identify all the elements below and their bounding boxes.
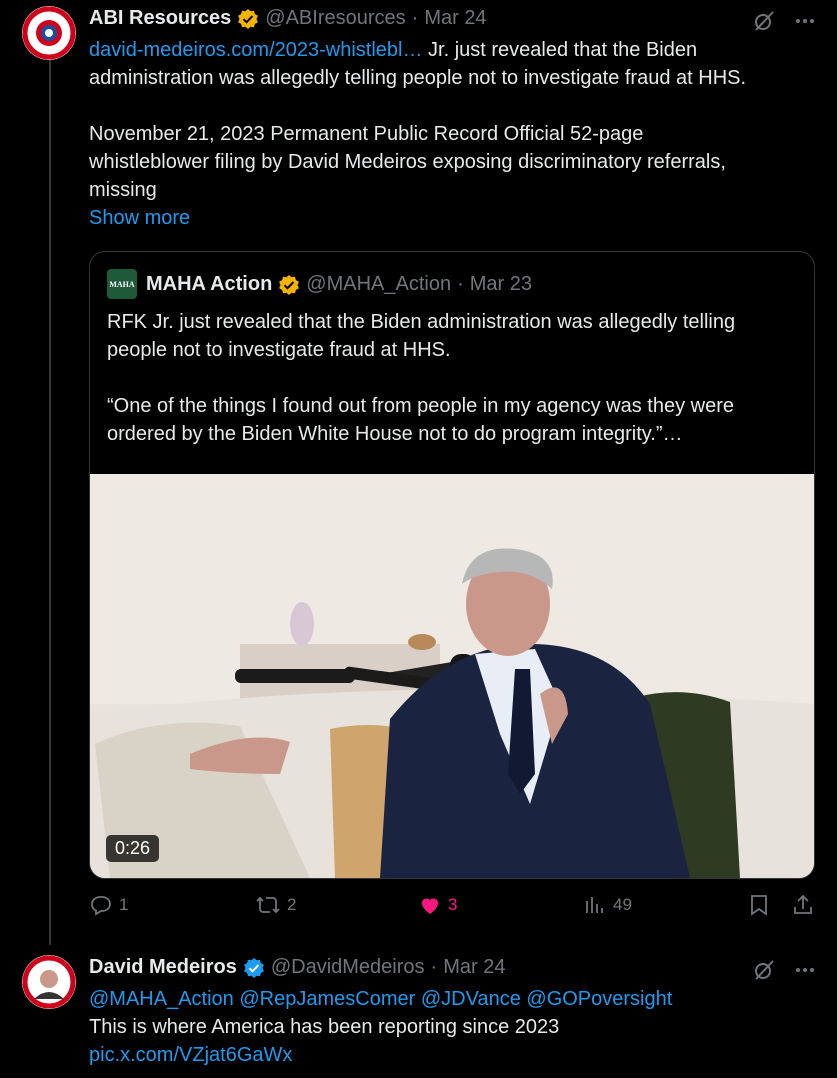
show-more-link[interactable]: Show more — [89, 204, 824, 232]
repost-button[interactable]: 2 — [255, 893, 296, 917]
share-button[interactable] — [791, 893, 815, 917]
reply-icon — [91, 896, 111, 916]
author-handle[interactable]: @ABIresources — [265, 7, 405, 30]
tweet-actions-bar: 1 2 3 49 — [89, 893, 829, 925]
views-button[interactable]: 49 — [583, 893, 632, 917]
pic-link[interactable]: pic.x.com/VZjat6GaWx — [89, 1041, 824, 1069]
quote-header: MAHA Action @MAHA_Action · Mar 23 — [146, 273, 532, 296]
tweet-header: David Medeiros @DavidMedeiros · Mar 24 — [89, 956, 506, 979]
heart-filled-icon — [422, 898, 438, 914]
bookmark-icon — [751, 895, 767, 916]
author-name[interactable]: David Medeiros — [89, 956, 237, 979]
video-thumbnail — [90, 474, 814, 878]
repost-count: 2 — [287, 895, 297, 914]
avatar-david-medeiros[interactable] — [22, 955, 76, 1009]
mention-link[interactable]: @MAHA_Action — [89, 988, 234, 1010]
reply-count: 1 — [119, 895, 129, 914]
tweet-body: david-medeiros.com/2023-whistlebl… Jr. j… — [89, 36, 824, 232]
video-player[interactable]: 0:26 — [90, 474, 814, 878]
reply-button[interactable]: 1 — [89, 893, 128, 917]
mention-link[interactable]: @RepJamesComer — [239, 988, 415, 1010]
tweet-date[interactable]: Mar 24 — [424, 7, 486, 30]
repost-icon — [256, 896, 280, 914]
quoted-tweet-card[interactable]: MAHA MAHA Action @MAHA_Action · Mar 23 R… — [89, 251, 815, 879]
tweet-header: ABI Resources @ABIresources · Mar 24 — [89, 7, 487, 30]
verified-blue-badge-icon — [243, 957, 265, 979]
quote-author-name: MAHA Action — [146, 273, 273, 295]
grok-slash-icon[interactable] — [752, 9, 776, 38]
like-count: 3 — [448, 895, 458, 914]
avatar-abi-resources[interactable] — [22, 6, 76, 60]
tweet-body: @MAHA_Action @RepJamesComer @JDVance @GO… — [89, 985, 824, 1069]
tweet-date[interactable]: Mar 24 — [443, 956, 505, 979]
quote-body: RFK Jr. just revealed that the Biden adm… — [107, 311, 736, 445]
more-options-icon[interactable] — [794, 10, 816, 37]
bookmark-button[interactable] — [748, 893, 770, 917]
verified-gold-badge-icon — [237, 8, 259, 30]
author-name[interactable]: ABI Resources — [89, 7, 231, 30]
avatar-maha-action[interactable]: MAHA — [107, 269, 137, 299]
thread-connector — [49, 60, 51, 945]
video-duration: 0:26 — [106, 835, 160, 862]
like-button[interactable]: 3 — [418, 893, 457, 917]
mention-link[interactable]: @JDVance — [421, 988, 521, 1010]
author-handle[interactable]: @DavidMedeiros — [271, 956, 425, 979]
grok-slash-icon[interactable] — [752, 958, 776, 987]
verified-gold-badge-icon — [278, 274, 300, 296]
quote-author-handle: @MAHA_Action — [306, 273, 452, 295]
views-chart-icon — [586, 897, 603, 913]
more-options-icon[interactable] — [794, 959, 816, 986]
mention-link[interactable]: @GOPoversight — [526, 988, 672, 1010]
share-icon — [794, 894, 812, 914]
external-link[interactable]: david-medeiros.com/2023-whistlebl… — [89, 39, 422, 61]
quote-date: Mar 23 — [469, 273, 532, 295]
view-count: 49 — [613, 895, 632, 914]
